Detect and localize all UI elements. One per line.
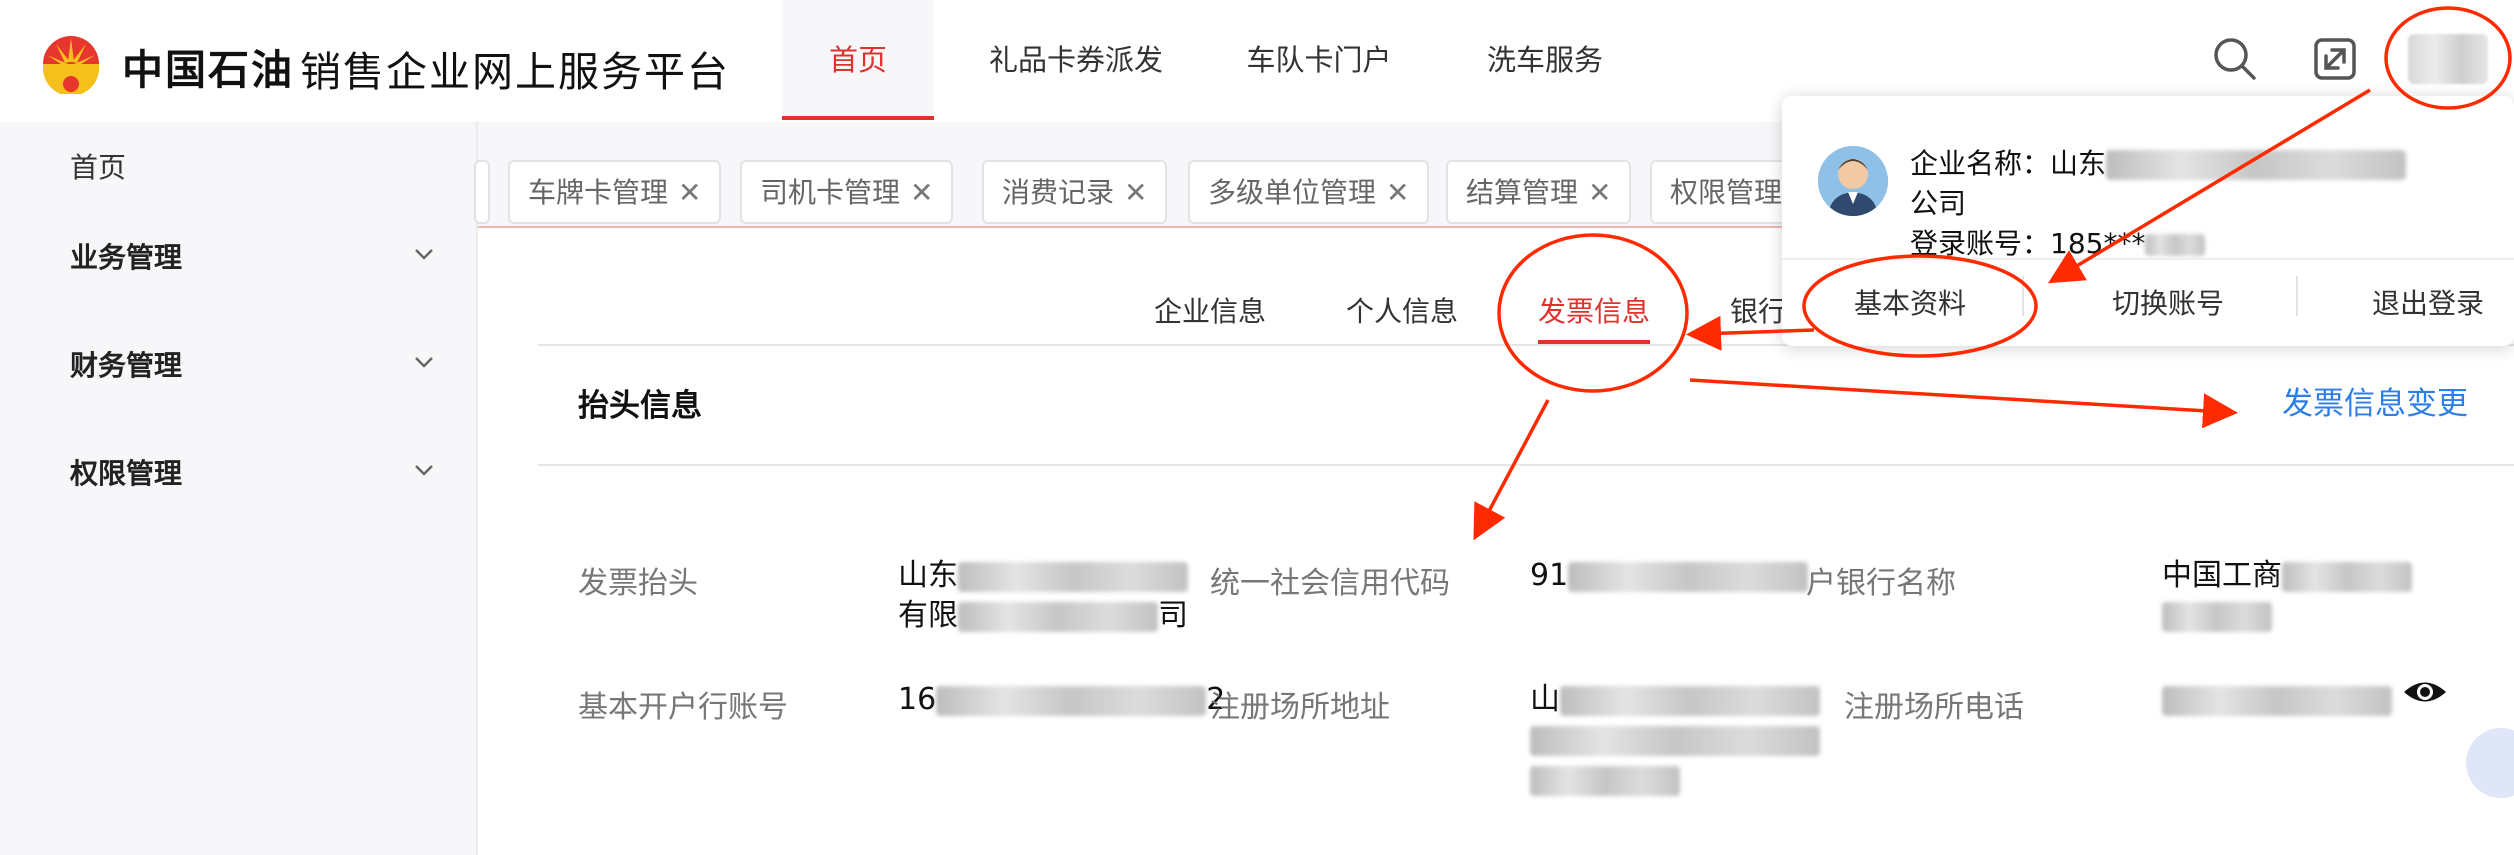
redacted-text <box>2282 561 2412 592</box>
close-icon[interactable]: ✕ <box>910 176 933 209</box>
nav-home[interactable]: 首页 <box>782 0 934 120</box>
nav-car-wash[interactable]: 洗车服务 <box>1478 0 1612 120</box>
tab-overflow[interactable] <box>474 160 490 224</box>
sidebar-item-business[interactable]: 业务管理 <box>70 236 182 276</box>
invoice-title-text: 山东 <box>898 558 958 593</box>
chevron-down-icon[interactable] <box>412 242 436 266</box>
redacted-text <box>2162 685 2392 716</box>
credit-code-label: 统一社会信用代码 <box>1210 566 1450 601</box>
dropdown-separator <box>2022 276 2024 316</box>
bank-name-label: 户银行名称 <box>1806 566 1956 601</box>
basic-profile-button[interactable]: 基本资料 <box>1854 282 1966 322</box>
chevron-down-icon[interactable] <box>412 350 436 374</box>
company-name-label: 企业名称：山东 <box>1910 147 2107 180</box>
tab-label: 结算管理 <box>1466 176 1579 209</box>
account-label: 基本开户行账号 <box>578 690 788 725</box>
sidebar-item-home[interactable]: 首页 <box>70 146 126 186</box>
search-icon[interactable] <box>2210 34 2260 84</box>
redacted-text <box>2145 234 2206 256</box>
tab-multi-unit[interactable]: 多级单位管理 ✕ <box>1188 160 1430 224</box>
switch-account-button[interactable]: 切换账号 <box>2112 282 2224 322</box>
redacted-text <box>2106 150 2407 180</box>
invoice-title-text: 司 <box>1158 598 1188 633</box>
section-title: 抬头信息 <box>578 388 702 424</box>
subtab-personal-info[interactable]: 个人信息 <box>1346 290 1458 330</box>
login-account-label: 登录账号：185*** <box>1910 227 2146 260</box>
tab-label: 多级单位管理 <box>1208 176 1377 209</box>
redacted-text <box>1560 685 1820 716</box>
brand-name: 中国石油 <box>122 46 294 94</box>
phone-label: 注册场所电话 <box>1844 690 2024 725</box>
tab-driver-card[interactable]: 司机卡管理 ✕ <box>740 160 954 224</box>
invoice-title-value: 山东 有限 司 <box>898 556 1188 636</box>
nav-fleet-portal[interactable]: 车队卡门户 <box>1236 0 1402 120</box>
user-avatar <box>1818 146 1888 216</box>
close-icon[interactable]: ✕ <box>1124 176 1147 209</box>
close-icon[interactable]: ✕ <box>678 176 701 209</box>
platform-name: 销售企业网上服务平台 <box>300 48 730 96</box>
phone-value <box>2162 680 2392 720</box>
bank-name-value: 中国工商 <box>2162 556 2412 636</box>
address-text: 山 <box>1530 682 1560 717</box>
fullscreen-icon[interactable] <box>2310 34 2360 84</box>
subtab-invoice-info[interactable]: 发票信息 <box>1538 290 1650 330</box>
nav-gift-cards[interactable]: 礼品卡券派发 <box>976 0 1176 120</box>
account-text: 16 <box>898 682 937 717</box>
address-label: 注册场所地址 <box>1210 690 1390 725</box>
eye-icon[interactable] <box>2402 675 2448 709</box>
tab-plate-card[interactable]: 车牌卡管理 ✕ <box>508 160 722 224</box>
redacted-text <box>958 601 1158 632</box>
floating-feedback-button[interactable] <box>2466 728 2514 798</box>
tab-label: 司机卡管理 <box>760 176 901 209</box>
invoice-title-label: 发票抬头 <box>578 566 698 601</box>
close-icon[interactable]: ✕ <box>1588 176 1611 209</box>
invoice-title-text: 有限 <box>898 598 958 633</box>
company-name-suffix: 公司 <box>1910 187 1967 220</box>
dropdown-divider <box>1782 258 2514 260</box>
redacted-text <box>1568 561 1809 592</box>
user-dropdown-menu: 企业名称：山东 公司 登录账号：185*** 基本资料 切换账号 退出登录 <box>1782 96 2514 346</box>
tab-label: 车牌卡管理 <box>528 176 669 209</box>
tab-consumption[interactable]: 消费记录 ✕ <box>982 160 1168 224</box>
address-value: 山 <box>1530 680 1820 800</box>
tab-label: 权限管理 <box>1670 176 1783 209</box>
invoice-change-link[interactable]: 发票信息变更 <box>2282 378 2468 423</box>
logout-button[interactable]: 退出登录 <box>2372 282 2484 322</box>
petrochina-logo <box>43 36 99 94</box>
chevron-down-icon[interactable] <box>412 458 436 482</box>
redacted-text <box>2162 601 2272 632</box>
user-avatar-button[interactable] <box>2408 34 2488 84</box>
subtab-company-info[interactable]: 企业信息 <box>1154 290 1266 330</box>
arrow-invoice-to-change <box>1689 378 2238 429</box>
sidebar-item-finance[interactable]: 财务管理 <box>70 344 182 384</box>
redacted-text <box>1530 765 1680 796</box>
dropdown-separator <box>2296 276 2298 316</box>
section-divider <box>538 464 2514 466</box>
redacted-text <box>1530 725 1820 756</box>
account-value: 16 2 <box>898 680 1225 720</box>
login-account-line: 登录账号：185*** <box>1910 222 2206 262</box>
sidebar: 首页 业务管理 财务管理 权限管理 <box>0 122 478 855</box>
close-icon[interactable]: ✕ <box>1386 176 1409 209</box>
bank-name-text: 中国工商 <box>2162 558 2282 593</box>
credit-code-text: 91 <box>1530 558 1569 593</box>
credit-code-value: 91 <box>1530 556 1809 596</box>
redacted-text <box>958 561 1188 592</box>
sidebar-item-permissions[interactable]: 权限管理 <box>70 452 182 492</box>
tab-settlement[interactable]: 结算管理 ✕ <box>1446 160 1632 224</box>
company-name-line: 企业名称：山东 <box>1910 142 2407 182</box>
tab-label: 消费记录 <box>1002 176 1115 209</box>
redacted-text <box>936 685 1207 716</box>
subtab-bank[interactable]: 银行 <box>1730 290 1786 330</box>
